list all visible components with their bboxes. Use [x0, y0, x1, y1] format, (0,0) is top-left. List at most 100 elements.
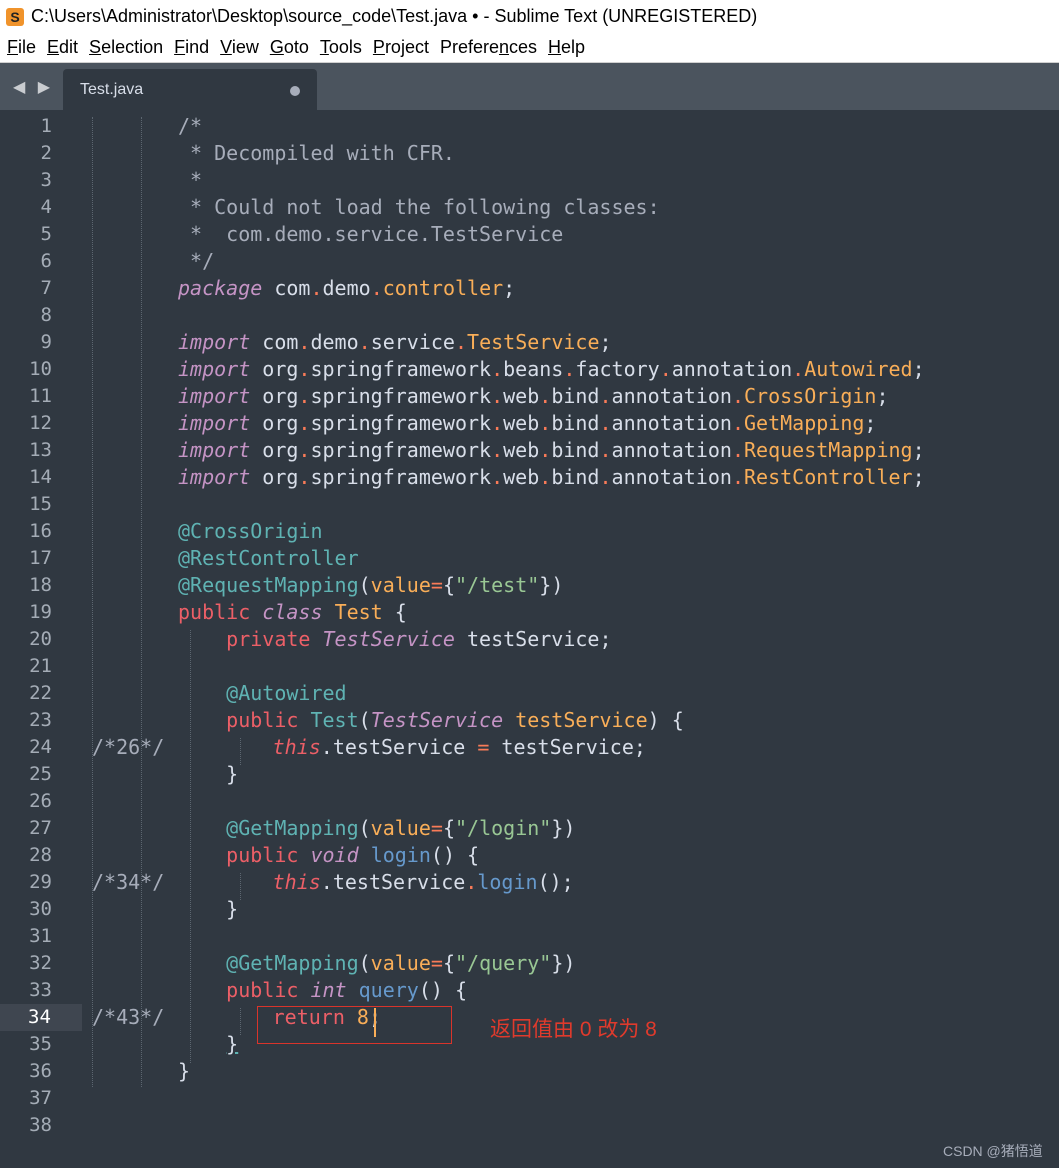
indent-guide — [141, 117, 142, 1087]
code-line-16: @CrossOrigin — [178, 519, 323, 543]
line-number: 27 — [29, 817, 52, 839]
menu-find[interactable]: Find — [174, 37, 209, 58]
menu-accelerator-key: S — [89, 37, 102, 57]
menu-label-rest: elp — [561, 37, 586, 57]
menu-accelerator-key: n — [498, 37, 509, 57]
unsaved-dot-icon[interactable] — [290, 86, 300, 96]
code-line-17: @RestController — [178, 546, 359, 570]
line-number: 14 — [29, 466, 52, 488]
line-number: 35 — [29, 1033, 52, 1055]
line-number: 21 — [29, 655, 52, 677]
line-number: 26 — [29, 790, 52, 812]
code-line-19: public class Test { — [178, 600, 407, 624]
line-number: 32 — [29, 952, 52, 974]
watermark: CSDN @猪悟道 — [943, 1143, 1043, 1159]
menu-accelerator-key: E — [47, 37, 60, 57]
menu-accelerator-key: F — [174, 37, 186, 57]
line-number: 30 — [29, 898, 52, 920]
menu-help[interactable]: Help — [548, 37, 585, 58]
menu-label-rest: ile — [18, 37, 37, 57]
line-number-gutter: 1 2 3 4 5 6 7 8 9 10 11 12 13 14 15 16 17 18 19 20 21 22 23 24 2… — [0, 110, 82, 1168]
line-number: 1 — [40, 115, 52, 137]
menu-label-prefix: Prefere — [439, 37, 499, 57]
line-number: 17 — [29, 547, 52, 569]
code-line-30: } — [178, 897, 239, 921]
tab-nav-arrows-icon[interactable]: ◀ ▶ — [13, 77, 54, 97]
menu-selection[interactable]: Selection — [89, 37, 163, 58]
code-line-18: @RequestMapping(value={"/test"}) — [178, 573, 564, 597]
code-line-14: import org.springframework.web.bind.anno… — [178, 465, 925, 489]
menu-label-rest: roject — [384, 37, 429, 57]
code-line-12: import org.springframework.web.bind.anno… — [178, 411, 877, 435]
menu-goto[interactable]: Goto — [270, 37, 309, 58]
code-line-11: import org.springframework.web.bind.anno… — [178, 384, 889, 408]
menu-preferences[interactable]: Preferences — [440, 37, 537, 58]
line-number: 5 — [40, 223, 52, 245]
line-number: 24 — [29, 736, 52, 758]
code-line-32: @GetMapping(value={"/query"}) — [226, 951, 576, 975]
line-number: 9 — [40, 331, 52, 353]
code-line-1: /* — [178, 114, 203, 138]
line-number: 19 — [29, 601, 52, 623]
menu-label-rest: ools — [328, 37, 362, 57]
code-line-22: @Autowired — [226, 681, 347, 705]
line-number: 34 — [0, 1004, 82, 1031]
code-line-3: * — [178, 168, 203, 192]
line-number: 12 — [29, 412, 52, 434]
code-line-33: public int query() { — [226, 978, 468, 1002]
line-number: 29 — [29, 871, 52, 893]
line-number: 3 — [40, 169, 52, 191]
sublime-text-icon: S — [6, 7, 24, 26]
line-number: 11 — [29, 385, 52, 407]
code-line-35: } — [226, 1032, 239, 1056]
code-line-4: * Could not load the following classes: — [178, 195, 660, 219]
code-line-27: @GetMapping(value={"/login"}) — [226, 816, 576, 840]
menu-label-rest: ind — [185, 37, 210, 57]
line-number: 7 — [40, 277, 52, 299]
code-line-25: } — [178, 762, 239, 786]
menu-accelerator-key: V — [220, 37, 232, 57]
annotation-text: 返回值由 0 改为 8 — [490, 1018, 657, 1041]
code-line-24: /*26*/ this.testService = testService; — [92, 735, 646, 759]
menu-file[interactable]: File — [7, 37, 36, 58]
code-line-6: */ — [178, 249, 215, 273]
menu-view[interactable]: View — [220, 37, 259, 58]
tab-test-java[interactable]: Test.java — [63, 69, 317, 111]
menu-label-rest: ces — [509, 37, 538, 57]
line-number: 25 — [29, 763, 52, 785]
window-title: C:\Users\Administrator\Desktop\source_co… — [31, 6, 758, 26]
line-number: 33 — [29, 979, 52, 1001]
line-number: 13 — [29, 439, 52, 461]
line-number: 22 — [29, 682, 52, 704]
menu-accelerator-key: T — [319, 37, 329, 57]
line-number: 37 — [29, 1087, 52, 1109]
menu-label-rest: oto — [283, 37, 309, 57]
line-number: 2 — [40, 142, 52, 164]
menu-edit[interactable]: Edit — [47, 37, 78, 58]
code-line-9: import com.demo.service.TestService; — [178, 330, 612, 354]
menu-accelerator-key: G — [269, 37, 284, 57]
line-number: 8 — [40, 304, 52, 326]
code-line-36: } — [178, 1059, 191, 1083]
code-line-7: package com.demo.controller; — [178, 276, 516, 300]
title-bar: S C:\Users\Administrator\Desktop\source_… — [0, 0, 1059, 33]
line-number: 20 — [29, 628, 52, 650]
menu-project[interactable]: Project — [373, 37, 429, 58]
menu-bar: File Edit Selection Find View Goto Tools Projec… — [0, 33, 1059, 62]
tab-bar: ◀ ▶ Test.java — [0, 62, 1059, 111]
line-number: 4 — [40, 196, 52, 218]
code-editor[interactable]: 1 2 3 4 5 6 7 8 9 10 11 12 13 14 15 16 17 18 19 20 21 22 23 24 2… — [0, 110, 1059, 1168]
line-number: 38 — [29, 1114, 52, 1136]
menu-label-rest: dit — [59, 37, 79, 57]
line-number: 36 — [29, 1060, 52, 1082]
menu-accelerator-key: F — [7, 37, 18, 57]
menu-label-rest: election — [101, 37, 164, 57]
code-line-13: import org.springframework.web.bind.anno… — [178, 438, 925, 462]
line-number: 23 — [29, 709, 52, 731]
menu-label-rest: iew — [231, 37, 259, 57]
line-number: 6 — [40, 250, 52, 272]
line-number: 15 — [29, 493, 52, 515]
code-line-2: * Decompiled with CFR. — [178, 141, 455, 165]
menu-tools[interactable]: Tools — [320, 37, 362, 58]
indent-guide — [92, 117, 93, 1087]
